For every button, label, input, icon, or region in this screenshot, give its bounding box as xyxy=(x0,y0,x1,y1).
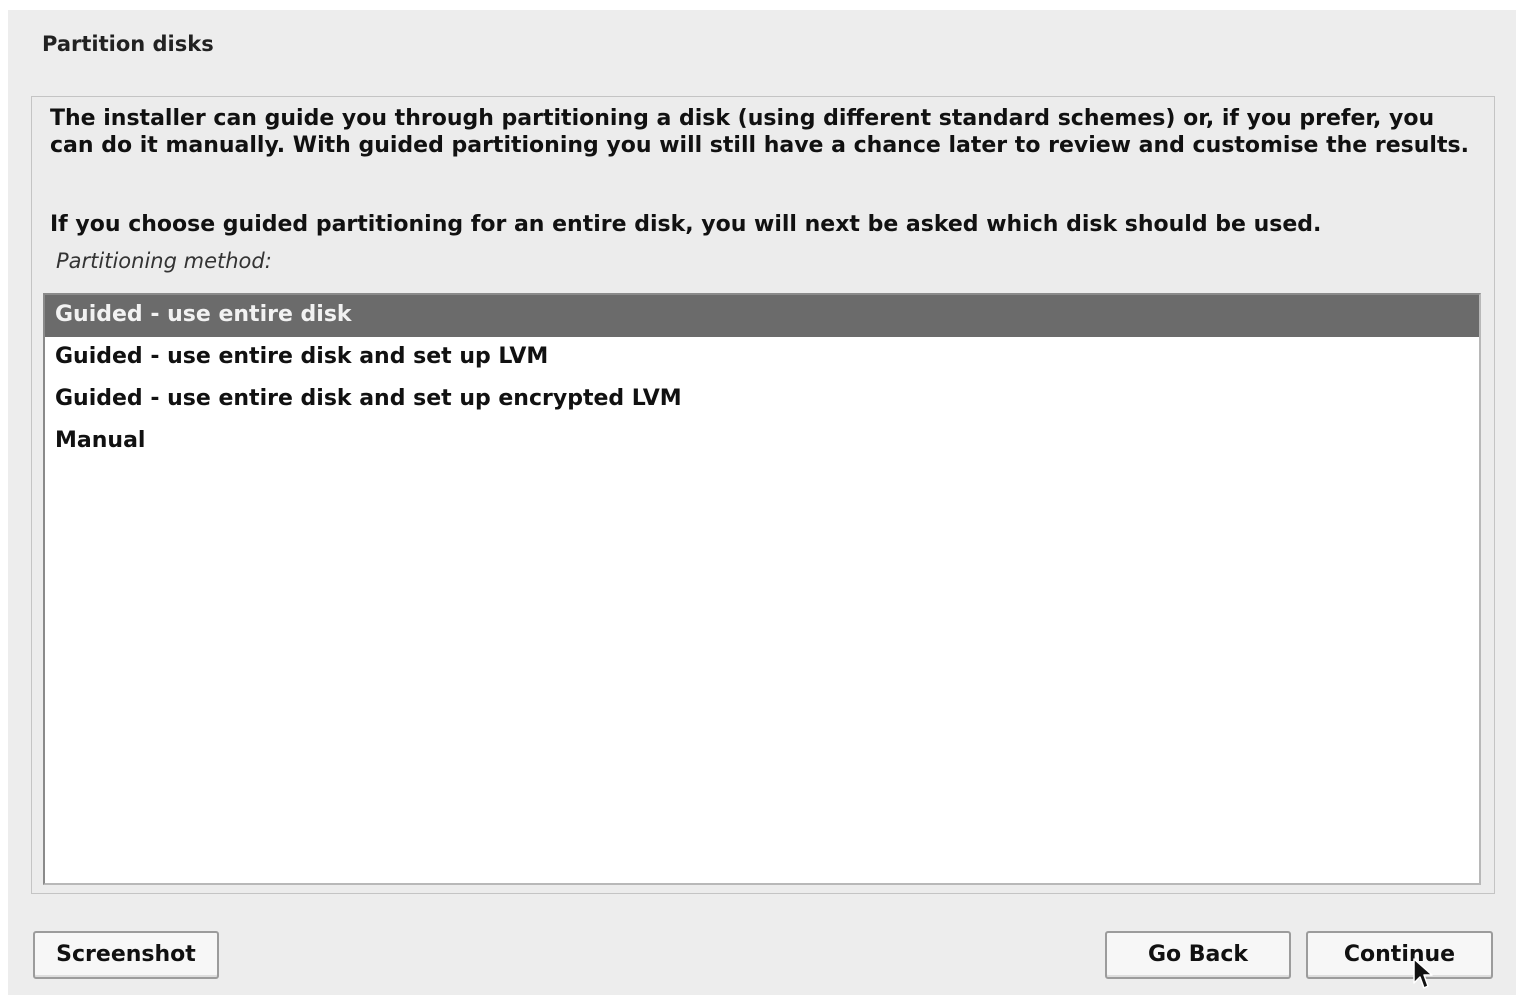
description-paragraph-1: The installer can guide you through part… xyxy=(50,106,1469,158)
list-item-guided-encrypted-lvm[interactable]: Guided - use entire disk and set up encr… xyxy=(45,379,1479,421)
screenshot-button[interactable]: Screenshot xyxy=(33,931,219,979)
list-item-guided-entire-disk[interactable]: Guided - use entire disk xyxy=(45,295,1479,337)
content-panel: The installer can guide you through part… xyxy=(31,96,1495,894)
partitioning-method-label: Partitioning method: xyxy=(56,249,272,273)
page-title: Partition disks xyxy=(42,32,214,56)
mouse-pointer-icon xyxy=(1413,958,1433,989)
installer-window: Partition disks The installer can guide … xyxy=(8,10,1516,995)
go-back-button[interactable]: Go Back xyxy=(1105,931,1291,979)
continue-button[interactable]: Continue xyxy=(1306,931,1493,979)
list-item-manual[interactable]: Manual xyxy=(45,421,1479,463)
partitioning-method-list[interactable]: Guided - use entire disk Guided - use en… xyxy=(43,293,1481,885)
description-paragraph-2: If you choose guided partitioning for an… xyxy=(50,212,1322,237)
list-item-guided-lvm[interactable]: Guided - use entire disk and set up LVM xyxy=(45,337,1479,379)
